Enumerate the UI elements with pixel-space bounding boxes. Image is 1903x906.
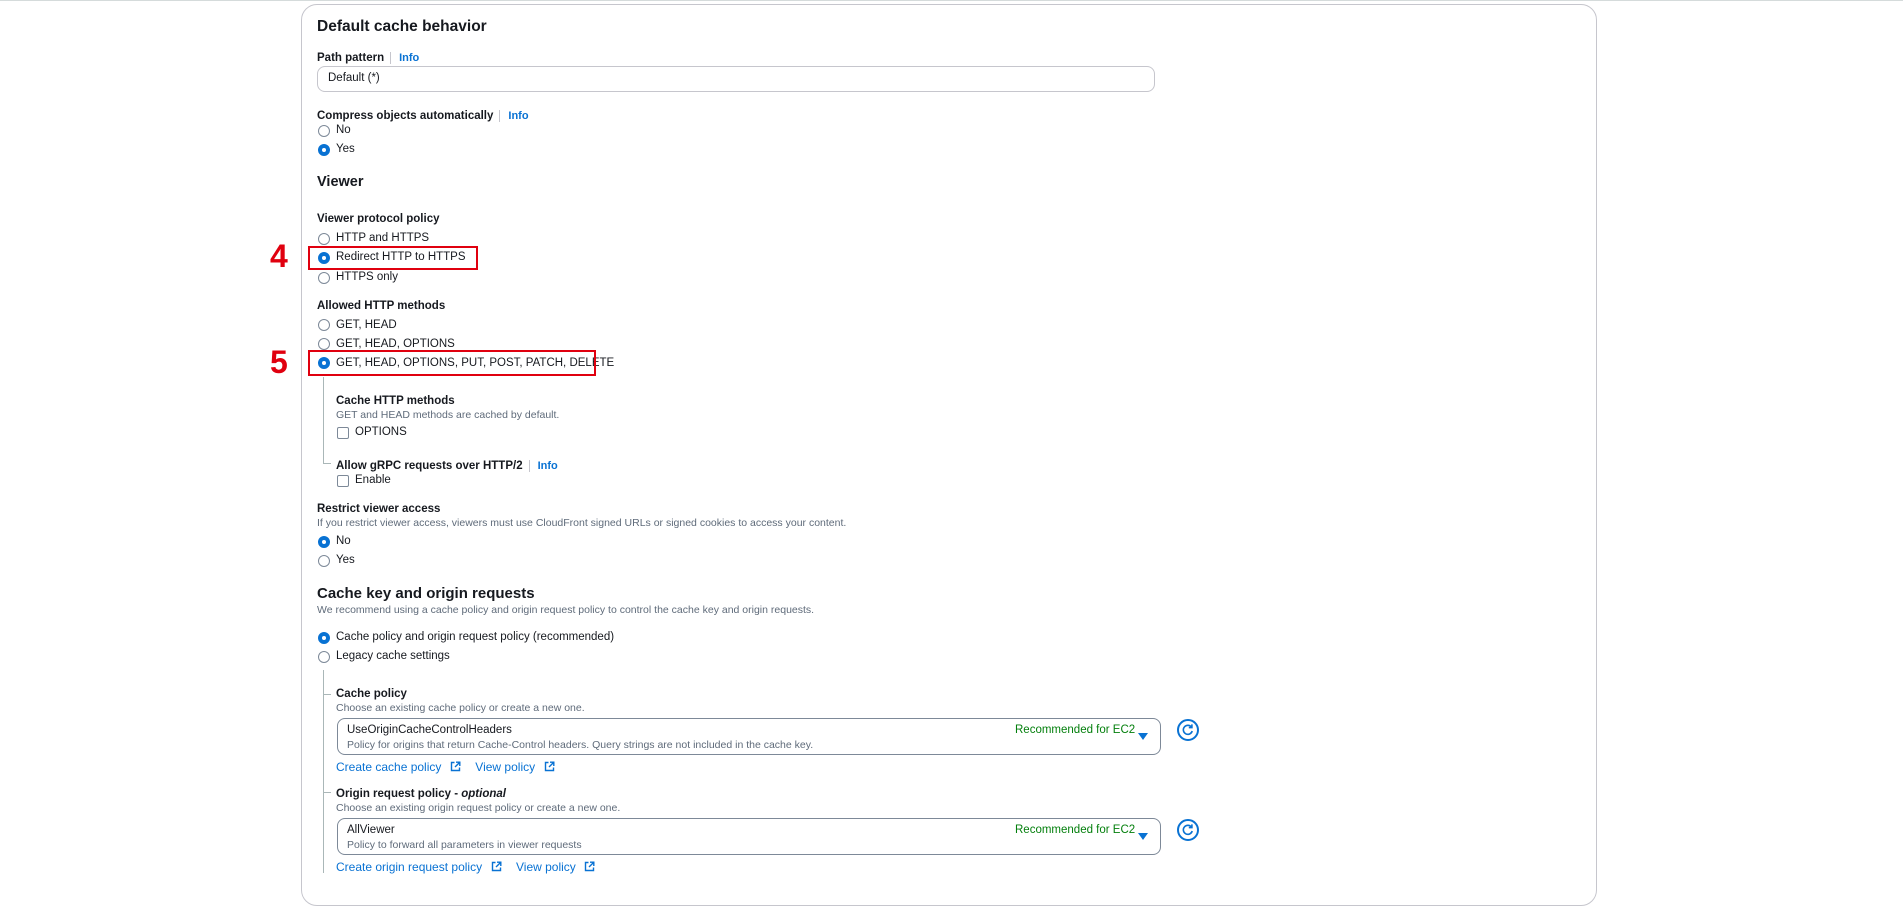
path-pattern-info-link[interactable]: Info (390, 52, 420, 64)
origin-policy-label-row: Origin request policy - optional (336, 788, 506, 800)
origin-policy-links: Create origin request policy View policy (336, 858, 595, 876)
create-origin-policy-link[interactable]: Create origin request policy (336, 860, 482, 874)
external-link-icon (450, 761, 461, 772)
viewer-protocol-label: Viewer protocol policy (317, 213, 440, 225)
cache-policy-tree-line (323, 670, 324, 792)
step-5-marker: 5 (270, 344, 288, 380)
methods-get-head-label[interactable]: GET, HEAD (336, 319, 397, 331)
compress-no-radio[interactable] (318, 125, 330, 137)
cache-policy-description: Choose an existing cache policy or creat… (336, 702, 585, 714)
origin-policy-recommended-badge: Recommended for EC2 (1015, 824, 1136, 836)
allowed-methods-label: Allowed HTTP methods (317, 300, 446, 312)
cache-options-checkbox[interactable] (337, 427, 349, 439)
origin-policy-description: Choose an existing origin request policy… (336, 802, 621, 814)
origin-policy-tree-branch (323, 792, 331, 793)
cache-methods-label: Cache HTTP methods (336, 395, 455, 407)
origin-policy-selected-name: AllViewer (347, 824, 395, 836)
cache-policy-label: Cache policy (336, 688, 407, 700)
cache-options-label[interactable]: OPTIONS (355, 426, 407, 438)
compress-info-link[interactable]: Info (499, 110, 529, 122)
grpc-enable-label[interactable]: Enable (355, 474, 391, 486)
view-cache-policy-link[interactable]: View policy (475, 760, 535, 774)
external-link-icon (544, 761, 555, 772)
restrict-label: Restrict viewer access (317, 503, 441, 515)
origin-policy-label: Origin request policy - (336, 788, 462, 800)
path-pattern-input[interactable]: Default (*) (317, 66, 1155, 92)
highlight-box-step-4 (308, 246, 478, 270)
restrict-no-radio[interactable] (318, 536, 330, 548)
path-pattern-value: Default (*) (328, 72, 380, 84)
viewer-heading: Viewer (317, 174, 364, 190)
legacy-cache-radio[interactable] (318, 651, 330, 663)
origin-policy-selected-description: Policy to forward all parameters in view… (347, 839, 582, 851)
restrict-no-label[interactable]: No (336, 535, 351, 547)
methods-tree-line (323, 377, 324, 463)
cache-policy-selected-name: UseOriginCacheControlHeaders (347, 724, 512, 736)
view-origin-policy-link[interactable]: View policy (516, 860, 576, 874)
highlight-box-step-5 (308, 350, 596, 376)
cache-policy-tree-branch (323, 694, 331, 695)
restrict-yes-radio[interactable] (318, 555, 330, 567)
external-link-icon (585, 861, 595, 872)
chevron-down-icon (1138, 733, 1148, 740)
section-title: Default cache behavior (317, 18, 487, 35)
protocol-http-and-https-radio[interactable] (318, 233, 330, 245)
restrict-yes-label[interactable]: Yes (336, 554, 355, 566)
cache-policy-selected-description: Policy for origins that return Cache-Con… (347, 739, 814, 751)
protocol-https-only-radio[interactable] (318, 272, 330, 284)
methods-get-head-radio[interactable] (318, 319, 330, 331)
cache-policy-links: Create cache policy View policy (336, 758, 555, 776)
origin-policy-tree-line (323, 792, 324, 873)
cache-policy-recommended-label[interactable]: Cache policy and origin request policy (… (336, 631, 614, 643)
grpc-info-link[interactable]: Info (528, 460, 558, 472)
methods-get-head-options-label[interactable]: GET, HEAD, OPTIONS (336, 338, 455, 350)
cache-policy-select[interactable]: UseOriginCacheControlHeaders Policy for … (337, 718, 1161, 755)
protocol-https-only-label[interactable]: HTTPS only (336, 271, 398, 283)
cache-methods-description: GET and HEAD methods are cached by defau… (336, 409, 560, 421)
origin-policy-optional: optional (461, 788, 506, 800)
compress-label-row: Compress objects automatically Info (317, 106, 529, 124)
chevron-down-icon (1138, 833, 1148, 840)
create-cache-policy-link[interactable]: Create cache policy (336, 760, 441, 774)
cache-policy-recommended-radio[interactable] (318, 632, 330, 644)
path-pattern-label-row: Path pattern Info (317, 48, 420, 66)
grpc-label: Allow gRPC requests over HTTP/2 (336, 460, 523, 472)
origin-policy-select[interactable]: AllViewer Policy to forward all paramete… (337, 818, 1161, 855)
refresh-icon[interactable] (1177, 819, 1199, 841)
step-4-marker: 4 (270, 238, 288, 274)
compress-yes-radio[interactable] (318, 144, 330, 156)
legacy-cache-label[interactable]: Legacy cache settings (336, 650, 450, 662)
grpc-enable-checkbox[interactable] (337, 475, 349, 487)
grpc-label-row: Allow gRPC requests over HTTP/2 Info (336, 456, 558, 474)
compress-label: Compress objects automatically (317, 110, 494, 122)
cache-key-description: We recommend using a cache policy and or… (317, 604, 815, 616)
cache-policy-recommended-badge: Recommended for EC2 (1015, 724, 1136, 736)
methods-tree-branch (323, 463, 331, 464)
compress-no-label[interactable]: No (336, 124, 351, 136)
page-top-border (0, 0, 1903, 1)
external-link-icon (491, 861, 502, 872)
methods-get-head-options-radio[interactable] (318, 338, 330, 350)
restrict-description: If you restrict viewer access, viewers m… (317, 517, 847, 529)
protocol-http-and-https-label[interactable]: HTTP and HTTPS (336, 232, 429, 244)
path-pattern-label: Path pattern (317, 52, 385, 64)
refresh-icon[interactable] (1177, 719, 1199, 741)
compress-yes-label[interactable]: Yes (336, 143, 355, 155)
cache-key-heading: Cache key and origin requests (317, 585, 535, 602)
